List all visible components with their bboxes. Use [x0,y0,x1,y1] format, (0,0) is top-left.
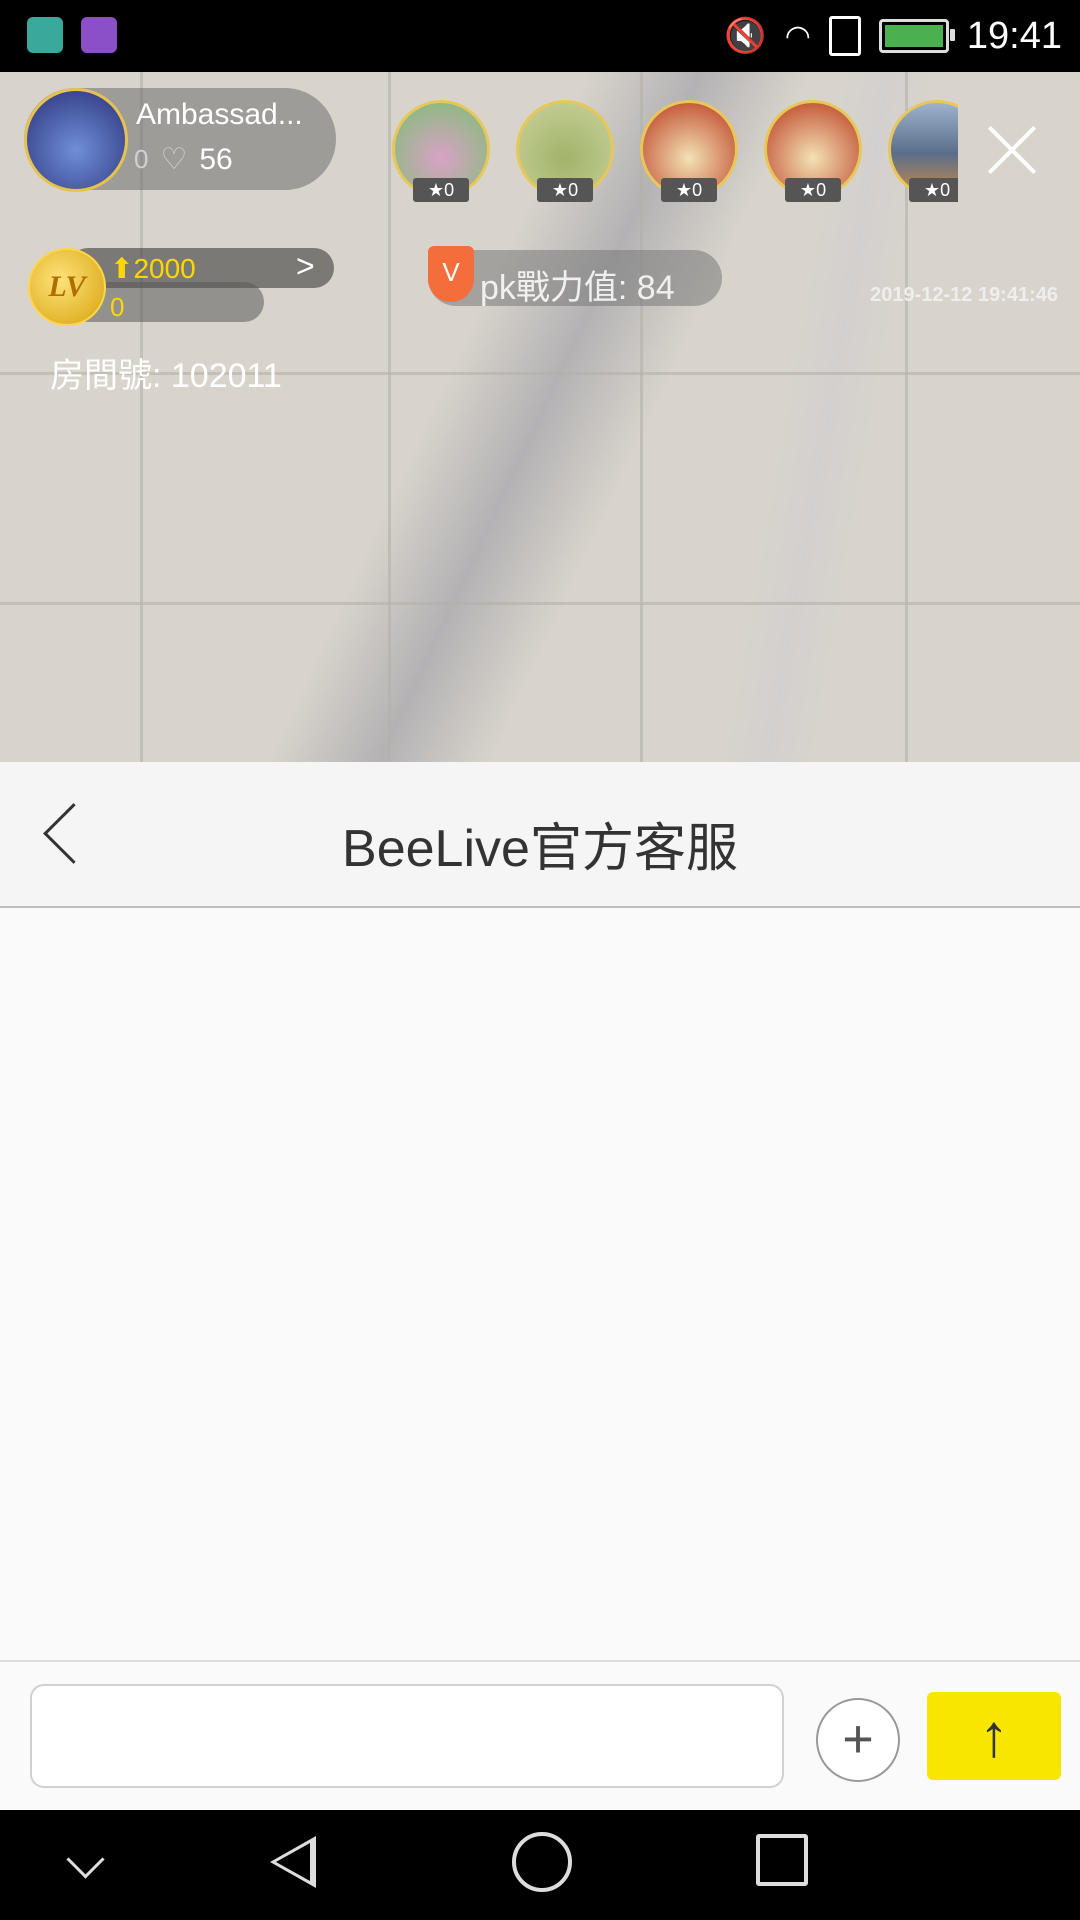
viewer-avatar[interactable]: ★0 [640,100,738,202]
shield-icon: V [428,246,474,302]
battery-charging-icon [878,19,955,53]
nav-recent-icon[interactable] [756,1834,808,1886]
host-info[interactable]: Ambassad... 0 ♡ 56 [24,88,336,192]
viewer-badge: ★0 [909,178,958,202]
sim-icon [828,16,861,56]
host-small-count: 0 [134,144,149,174]
level-target: ⬆2000 [110,253,196,284]
timestamp: 2019-12-12 19:41:46 [870,284,1058,306]
nav-home-icon[interactable] [512,1832,572,1892]
chevron-down-icon[interactable] [66,1840,105,1879]
host-stats: 0 ♡ 56 [134,142,233,177]
host-name: Ambassad... [136,98,303,131]
chevron-right-icon: > [296,248,315,284]
level-panel[interactable]: LV ⬆2000 0 > [28,248,334,326]
status-bar: 🔇 ◠ 19:41 [0,0,1080,72]
chat-title: BeeLive官方客服 [342,820,738,878]
input-bar: + ↑ [0,1662,1080,1810]
send-button[interactable]: ↑ [927,1692,1061,1780]
chat-header: BeeLive官方客服 [0,762,1080,908]
viewer-badge: ★0 [661,178,717,202]
level-current: 0 [110,292,125,322]
viewer-badge: ★0 [413,178,469,202]
mute-icon: 🔇 [724,17,767,55]
pk-power-label: pk戰力值: 84 [480,269,675,307]
host-avatar[interactable] [24,88,128,192]
viewer-list: ★0 ★0 ★0 ★0 ★0 [392,100,958,210]
add-attachment-button[interactable]: + [816,1698,900,1782]
pk-power[interactable]: V pk戰力值: 84 [428,246,722,307]
host-likes: 56 [199,142,233,176]
viewer-avatar[interactable]: ★0 [888,100,958,202]
close-live-button[interactable] [980,120,1040,180]
viewer-badge: ★0 [785,178,841,202]
navigation-bar [0,1810,1080,1920]
room-number: 房間號: 102011 [50,357,282,395]
viewer-badge: ★0 [537,178,593,202]
level-coin-icon: LV [28,248,106,326]
status-icons: 🔇 ◠ 19:41 [724,0,1062,72]
android-app-icon [27,17,63,53]
gallery-app-icon [81,17,117,53]
status-time: 19:41 [966,14,1062,57]
viewer-avatar[interactable]: ★0 [516,100,614,202]
viewer-avatar[interactable]: ★0 [764,100,862,202]
wifi-icon: ◠ [784,19,811,53]
viewer-avatar[interactable]: ★0 [392,100,490,202]
chat-messages[interactable] [0,908,1080,1662]
message-input[interactable] [30,1684,784,1788]
live-video: Ambassad... 0 ♡ 56 ★0 ★0 ★0 ★0 ★0 LV ⬆20… [0,72,1080,762]
heart-icon: ♡ [160,143,188,176]
